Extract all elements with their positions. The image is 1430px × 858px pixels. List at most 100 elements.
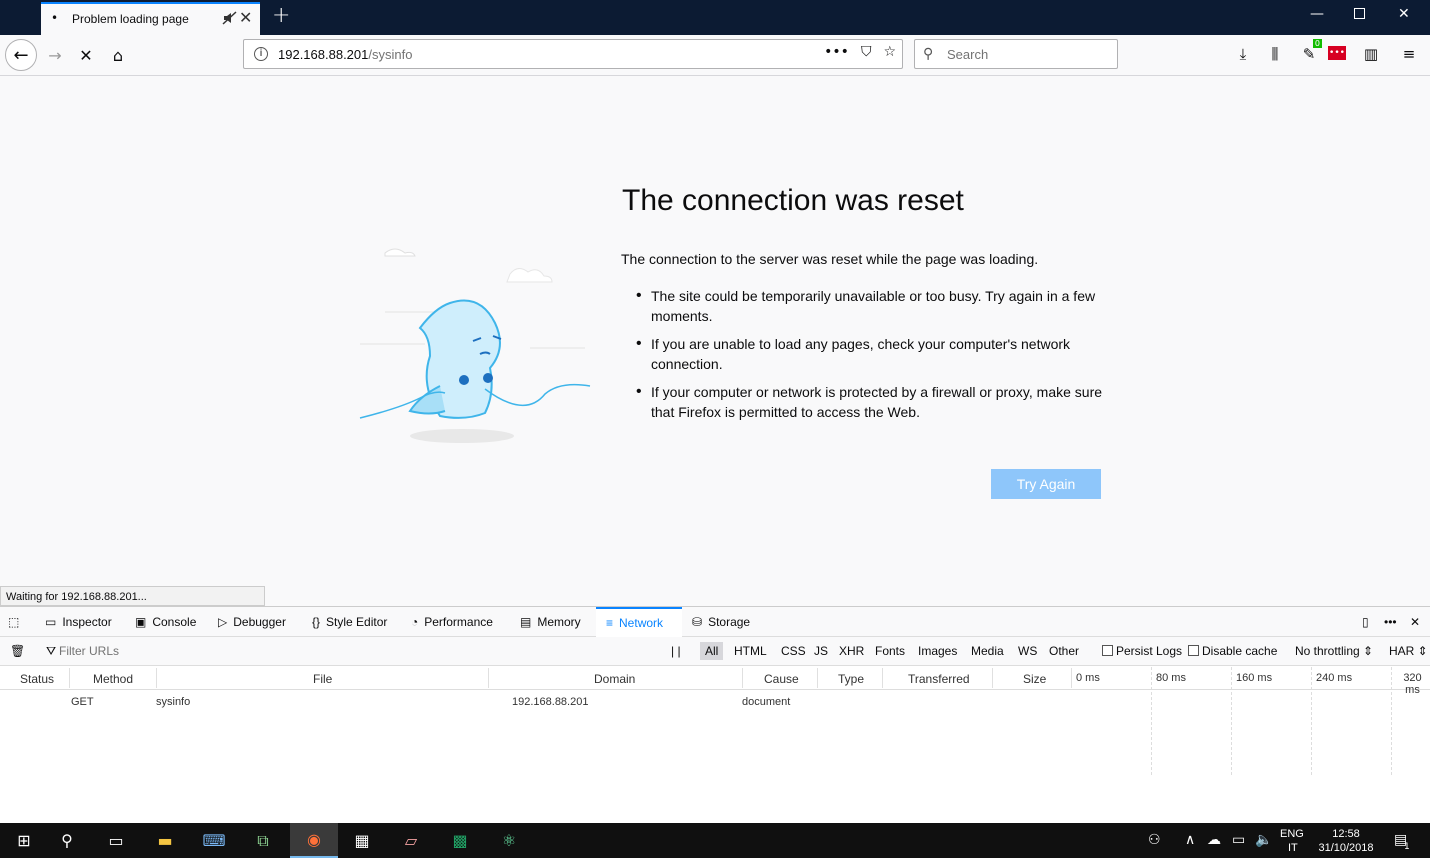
close-tab-icon[interactable]: ✕ [239, 8, 252, 27]
har-menu[interactable]: HAR ⇕ [1389, 644, 1428, 658]
firefox-icon[interactable]: ◉ [290, 823, 338, 858]
home-button[interactable]: ⌂ [106, 43, 130, 67]
devtools-panel: ⬚ ▭ Inspector ▣ Console ▷ Debugger {} Style … [0, 606, 1430, 823]
filter-images[interactable]: Images [913, 642, 962, 660]
tab-inspector[interactable]: ▭ Inspector [45, 607, 112, 637]
mute-tab-icon[interactable] [222, 10, 238, 26]
tab-style-editor[interactable]: {} Style Editor [312, 607, 387, 637]
notes-icon[interactable]: ▱ [387, 823, 435, 858]
devtools-menu-icon[interactable]: ••• [1384, 607, 1397, 637]
timeline-tick: 160 ms [1236, 672, 1273, 684]
tab-title: Problem loading page [72, 12, 189, 26]
timeline-gridline [1311, 667, 1312, 775]
column-type[interactable]: Type [838, 672, 864, 686]
show-hidden-icons-icon[interactable]: ∧ [1185, 832, 1195, 848]
status-panel: Waiting for 192.168.88.201... [0, 586, 265, 606]
storage-icon: ⛁ [692, 615, 703, 629]
column-cause[interactable]: Cause [764, 672, 799, 686]
volume-icon[interactable]: 🔈 [1255, 832, 1272, 848]
table-row[interactable]: GET sysinfo 192.168.88.201 document [0, 690, 1430, 712]
network-tray-icon[interactable]: ▭ [1232, 832, 1245, 848]
filter-icon: ⛛ [46, 644, 57, 658]
filter-ws[interactable]: WS [1013, 642, 1042, 660]
filter-all[interactable]: All [700, 642, 724, 660]
menu-icon[interactable]: ≡ [1398, 43, 1420, 65]
dinosaur-unplugged-illustration [359, 248, 591, 443]
new-tab-button[interactable]: + [272, 3, 290, 28]
task-view-icon[interactable]: ▭ [92, 823, 140, 858]
tab-storage[interactable]: ⛁ Storage [692, 607, 750, 637]
column-transferred[interactable]: Transferred [908, 672, 970, 686]
error-page: The connection was reset The connection … [0, 76, 1430, 606]
minimize-icon[interactable]: — [1310, 6, 1324, 22]
cell-file: sysinfo [156, 696, 191, 708]
error-title: The connection was reset [622, 184, 964, 217]
search-taskbar-icon[interactable]: ⚲ [43, 823, 91, 858]
extension-icon[interactable]: ✎ 0 [1298, 39, 1322, 65]
tab-memory[interactable]: ▤ Memory [520, 607, 581, 637]
column-status[interactable]: Status [20, 672, 54, 686]
pause-button[interactable]: | | [671, 644, 681, 658]
back-button[interactable]: ← [5, 39, 37, 71]
network-app-icon[interactable]: ⌨ [190, 823, 238, 858]
action-center-icon[interactable]: ▤ 1 [1394, 832, 1410, 852]
filter-urls-input[interactable]: Filter URLs [59, 644, 119, 658]
column-domain[interactable]: Domain [594, 672, 635, 686]
throttling-select[interactable]: No throttling ⇕ [1295, 644, 1373, 658]
error-suggestions: The site could be temporarily unavailabl… [636, 286, 1106, 430]
column-size[interactable]: Size [1023, 672, 1046, 686]
clear-trash-icon[interactable]: 🗑 [10, 644, 25, 658]
start-windows-icon[interactable]: ⊞ [0, 823, 48, 858]
try-again-button[interactable]: Try Again [991, 469, 1101, 499]
search-bar[interactable]: ⚲ Search [914, 39, 1118, 69]
pocket-icon[interactable]: ⛉ [861, 44, 872, 60]
element-picker-icon[interactable]: ⬚ [8, 607, 19, 637]
column-method[interactable]: Method [93, 672, 133, 686]
network-icon: ≡ [606, 616, 614, 630]
url-bar[interactable]: i 192.168.88.201/sysinfo ••• ⛉ ☆ [243, 39, 903, 69]
info-icon[interactable]: i [254, 47, 268, 61]
performance-icon: ◔ [411, 615, 419, 629]
library-icon[interactable]: ⫼ [1264, 43, 1286, 65]
page-actions-icon[interactable]: ••• [824, 44, 849, 60]
filter-other[interactable]: Other [1044, 642, 1084, 660]
filter-js[interactable]: JS [809, 642, 833, 660]
filter-css[interactable]: CSS [776, 642, 811, 660]
language-indicator[interactable]: ENG IT [1280, 827, 1304, 855]
app-icon[interactable]: ⧉ [239, 823, 287, 858]
persist-logs-checkbox[interactable]: Persist Logs [1102, 644, 1182, 658]
dock-icon[interactable]: ▯ [1362, 607, 1369, 637]
tab-debugger[interactable]: ▷ Debugger [218, 607, 286, 637]
excel-icon[interactable]: ▩ [436, 823, 484, 858]
disable-cache-checkbox[interactable]: Disable cache [1188, 644, 1277, 658]
filter-fonts[interactable]: Fonts [870, 642, 910, 660]
sidebar-icon[interactable]: ▥ [1360, 43, 1382, 65]
tab-active[interactable]: • Problem loading page ✕ [41, 2, 260, 35]
tab-console[interactable]: ▣ Console [135, 607, 196, 637]
clock[interactable]: 12:58 31/10/2018 [1306, 827, 1386, 855]
tab-performance[interactable]: ◔ Performance [411, 607, 493, 637]
people-icon[interactable]: ⚇ [1148, 832, 1161, 848]
maximize-icon[interactable] [1354, 8, 1365, 19]
tab-network[interactable]: ≡ Network [596, 607, 682, 637]
stop-button[interactable]: ✕ [74, 43, 98, 67]
list-item: If your computer or network is protected… [636, 382, 1106, 422]
filter-html[interactable]: HTML [729, 642, 772, 660]
filter-media[interactable]: Media [966, 642, 1009, 660]
filter-xhr[interactable]: XHR [834, 642, 869, 660]
calculator-icon[interactable]: ▦ [338, 823, 386, 858]
bookmark-star-icon[interactable]: ☆ [883, 44, 896, 60]
file-explorer-icon[interactable]: ▬ [141, 823, 189, 858]
style-editor-icon: {} [312, 615, 321, 629]
atom-icon[interactable]: ⚛ [485, 823, 533, 858]
timeline-gridline [1151, 667, 1152, 775]
close-window-icon[interactable]: ✕ [1398, 6, 1410, 22]
onedrive-cloud-icon[interactable]: ☁ [1207, 832, 1221, 848]
error-description: The connection to the server was reset w… [621, 251, 1039, 267]
forward-button[interactable]: → [43, 43, 67, 67]
downloads-icon[interactable]: ⤓ [1232, 43, 1254, 65]
column-file[interactable]: File [313, 672, 332, 686]
url-text: 192.168.88.201/sysinfo [278, 47, 413, 62]
lastpass-icon[interactable]: ••• [1328, 46, 1346, 60]
close-devtools-icon[interactable]: ✕ [1410, 607, 1420, 637]
